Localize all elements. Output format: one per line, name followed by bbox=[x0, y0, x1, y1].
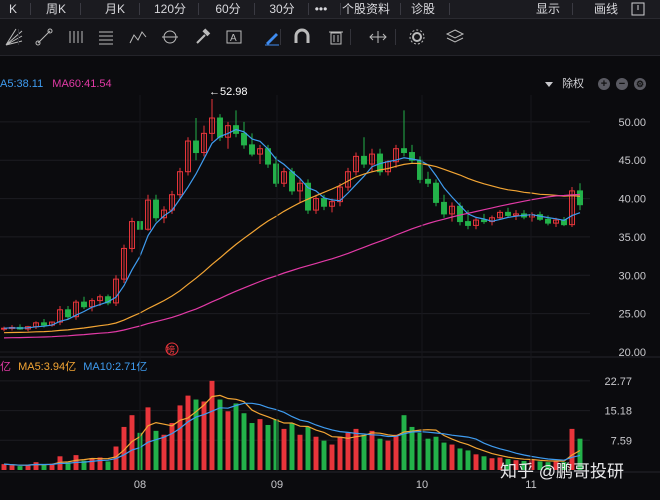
volume-bar bbox=[433, 436, 439, 470]
candle-body bbox=[361, 155, 367, 165]
volume-bar bbox=[241, 413, 247, 470]
candle-body bbox=[545, 218, 551, 224]
list-marker-label: 榜 bbox=[166, 344, 175, 356]
candle-body bbox=[153, 199, 159, 219]
candle-body bbox=[65, 309, 71, 318]
ma60-line bbox=[3, 193, 581, 339]
volume-bar bbox=[153, 430, 159, 470]
volume-bar bbox=[257, 419, 263, 470]
volume-bar bbox=[145, 407, 151, 470]
volume-bar bbox=[17, 466, 23, 470]
volume-bar bbox=[289, 423, 295, 470]
candle-body bbox=[425, 178, 431, 184]
candle-body bbox=[401, 148, 407, 154]
candle-body bbox=[81, 301, 87, 308]
volume-bar bbox=[409, 426, 415, 470]
volume-bar bbox=[201, 401, 207, 470]
volume-tick-label: 22.77 bbox=[604, 376, 632, 388]
volume-bar bbox=[233, 403, 239, 470]
volume-bar bbox=[161, 434, 167, 470]
volume-bar bbox=[473, 454, 479, 470]
volume-bar bbox=[169, 423, 175, 470]
candle-body bbox=[441, 201, 447, 215]
volume-bar bbox=[105, 461, 111, 470]
volume-bar bbox=[225, 411, 231, 470]
volume-bar bbox=[393, 434, 399, 470]
volume-bar bbox=[209, 380, 215, 470]
volume-bar bbox=[177, 405, 183, 470]
volume-bar bbox=[353, 428, 359, 470]
watermark-text: 知乎 @鹏哥投研 bbox=[500, 462, 624, 481]
volume-bar bbox=[457, 448, 463, 470]
volume-bar bbox=[97, 457, 103, 470]
volume-bar bbox=[9, 465, 15, 470]
candle-body bbox=[193, 140, 199, 154]
volume-bar bbox=[89, 458, 95, 470]
candle-body bbox=[249, 144, 255, 155]
time-tick-label: 10 bbox=[416, 479, 428, 491]
volume-bar bbox=[33, 462, 39, 470]
volume-bar bbox=[281, 428, 287, 470]
volume-bar bbox=[465, 450, 471, 470]
volume-bar bbox=[249, 423, 255, 470]
candle-body bbox=[505, 211, 511, 216]
volume-bar bbox=[185, 395, 191, 470]
volume-bar bbox=[441, 442, 447, 470]
volume-bar bbox=[265, 424, 271, 470]
time-tick-label: 08 bbox=[134, 479, 146, 491]
candle-body bbox=[577, 190, 583, 206]
volume-bar bbox=[329, 444, 335, 470]
candle-body bbox=[433, 182, 439, 203]
volume-bar bbox=[369, 430, 375, 470]
volume-bar bbox=[305, 426, 311, 470]
price-tick-label: 40.00 bbox=[618, 194, 646, 206]
candle-body bbox=[465, 221, 471, 226]
volume-tick-label: 15.18 bbox=[604, 406, 632, 418]
volume-bar bbox=[1, 464, 7, 470]
price-tick-label: 25.00 bbox=[618, 309, 646, 321]
volume-bar bbox=[273, 419, 279, 470]
volume-bar bbox=[313, 436, 319, 470]
candle-body bbox=[481, 219, 487, 223]
volume-bar bbox=[217, 399, 223, 470]
candle-body bbox=[217, 117, 223, 138]
volume-bar bbox=[377, 438, 383, 470]
price-tick-label: 20.00 bbox=[618, 347, 646, 359]
candle-body bbox=[289, 171, 295, 192]
volume-bar bbox=[385, 440, 391, 470]
kline-chart[interactable]: 50.00 45.00 40.00 35.00 30.00 25.00 20.00 22.77… bbox=[0, 0, 660, 500]
price-tick-label: 45.00 bbox=[618, 155, 646, 167]
volume-bar bbox=[41, 464, 47, 470]
price-tick-label: 35.00 bbox=[618, 232, 646, 244]
volume-bar bbox=[321, 440, 327, 470]
volume-bar bbox=[401, 415, 407, 470]
volume-bar bbox=[297, 434, 303, 470]
volume-bar bbox=[425, 438, 431, 470]
volume-bar bbox=[489, 458, 495, 470]
candle-body bbox=[241, 132, 247, 146]
price-tick-label: 30.00 bbox=[618, 270, 646, 282]
volume-bar bbox=[337, 436, 343, 470]
time-tick-label: 09 bbox=[271, 479, 283, 491]
high-price-annotation: ←52.98 bbox=[209, 86, 248, 98]
candle-body bbox=[273, 163, 279, 184]
volume-bar bbox=[449, 444, 455, 470]
candle-body bbox=[457, 205, 463, 223]
volume-bar bbox=[481, 456, 487, 470]
candle-body bbox=[321, 198, 327, 207]
candle-body bbox=[41, 322, 47, 326]
ma5-line bbox=[3, 128, 581, 329]
volume-tick-label: 7.59 bbox=[611, 435, 632, 447]
volume-bar bbox=[361, 434, 367, 470]
price-tick-label: 50.00 bbox=[618, 117, 646, 129]
